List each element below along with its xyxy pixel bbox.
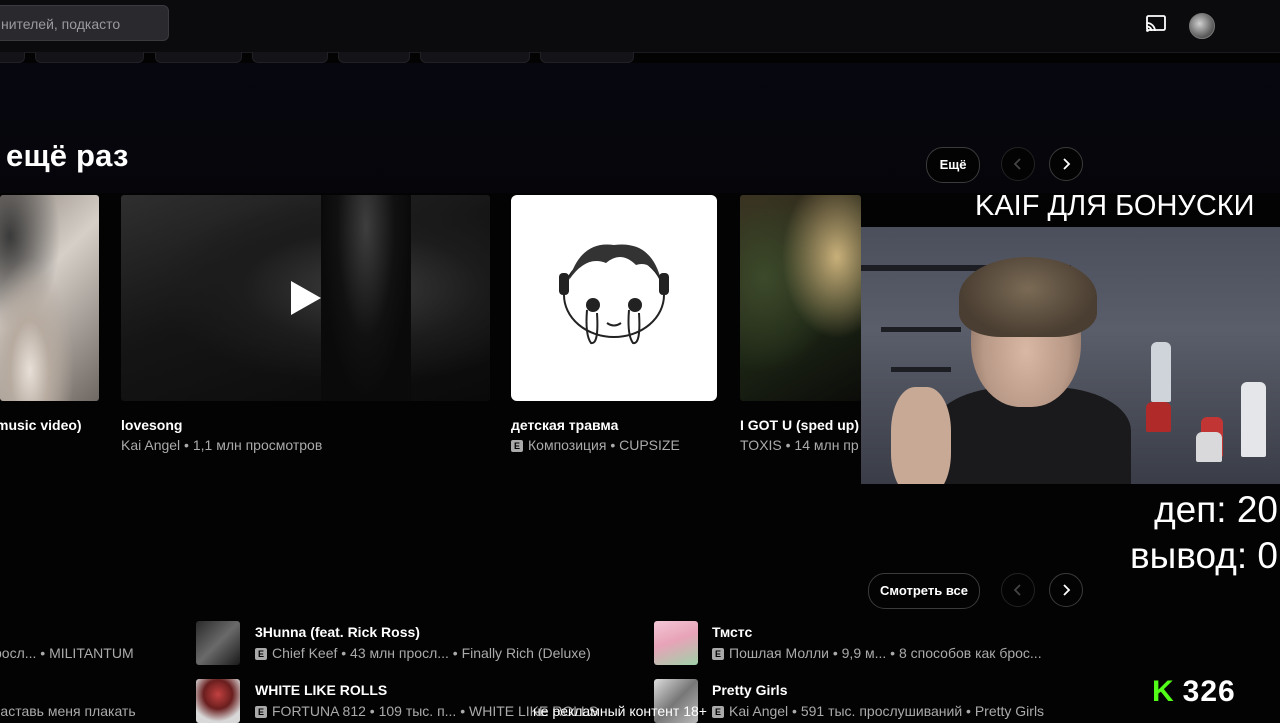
carousel-prev-button[interactable] xyxy=(1001,147,1035,181)
thumbnail-figure xyxy=(321,195,411,401)
list-item-thumbnail[interactable] xyxy=(196,621,240,665)
top-bar xyxy=(0,0,1280,53)
filter-chip[interactable] xyxy=(540,52,634,63)
carousel-next-button[interactable] xyxy=(1049,147,1083,181)
list-item-subtitle: росл... • MILITANTUM xyxy=(0,645,134,661)
card-subtitle: Композиция • CUPSIZE xyxy=(528,437,680,453)
chevron-right-icon xyxy=(1063,158,1071,170)
kick-logo: K xyxy=(1152,675,1175,708)
list-item-title[interactable]: WHITE LIKE ROLLS xyxy=(255,682,387,698)
cast-icon[interactable] xyxy=(1145,14,1167,34)
filter-chip[interactable] xyxy=(252,52,328,63)
list-item-subtitle-row: E Пошлая Молли • 9,9 м... • 8 способов ка… xyxy=(712,645,1042,661)
withdraw-stat: вывод: 0 xyxy=(1130,535,1278,576)
explicit-icon: E xyxy=(712,648,724,660)
filter-chip[interactable] xyxy=(338,52,410,63)
chevron-left-icon xyxy=(1013,584,1021,596)
card-title[interactable]: детская травма xyxy=(511,417,618,433)
list-prev-button[interactable] xyxy=(1001,573,1035,607)
header-backdrop xyxy=(0,63,1280,193)
explicit-icon: E xyxy=(255,648,267,660)
card-subtitle: TOXIS • 14 млн пр xyxy=(740,437,859,453)
list-item-subtitle: Пошлая Молли • 9,9 м... • 8 способов как… xyxy=(729,645,1042,661)
stream-caption: не рекламный контент 18+ xyxy=(533,703,707,719)
webcam-title: KAIF ДЛЯ БОНУСКИ xyxy=(975,190,1255,222)
card-title[interactable]: lovesong xyxy=(121,417,182,433)
list-item-subtitle: Kai Angel • 591 тыс. прослушиваний • Pre… xyxy=(729,703,1045,719)
card-thumbnail[interactable] xyxy=(511,195,717,401)
avatar[interactable] xyxy=(1189,13,1215,39)
card-subtitle-row: E Композиция • CUPSIZE xyxy=(511,437,680,453)
crying-face-drawing xyxy=(559,244,669,345)
list-item-subtitle-row: E Kai Angel • 591 тыс. прослушиваний • Pr… xyxy=(712,703,1044,719)
card-title[interactable]: music video) xyxy=(0,417,82,433)
filter-chip[interactable] xyxy=(155,52,242,63)
list-item-subtitle-row: E Chief Keef • 43 млн просл... • Finally … xyxy=(255,645,591,661)
filter-chip[interactable] xyxy=(35,52,144,63)
list-item-title[interactable]: Pretty Girls xyxy=(712,682,787,698)
explicit-icon: E xyxy=(255,706,267,718)
card-thumbnail[interactable] xyxy=(740,195,861,401)
play-icon[interactable] xyxy=(291,281,321,315)
explicit-icon: E xyxy=(712,706,724,718)
list-item-subtitle: заставь меня плакать xyxy=(0,703,136,719)
webcam-feed xyxy=(861,227,1280,484)
list-item-thumbnail[interactable] xyxy=(196,679,240,723)
list-item-thumbnail[interactable] xyxy=(654,621,698,665)
explicit-icon: E xyxy=(511,440,523,452)
see-all-button[interactable]: Смотреть все xyxy=(868,573,980,609)
viewer-counter: K 326 xyxy=(1152,675,1236,709)
card-thumbnail[interactable] xyxy=(121,195,490,401)
section-title: ещё раз xyxy=(6,138,129,173)
chevron-left-icon xyxy=(1013,158,1021,170)
viewer-count: 326 xyxy=(1182,675,1236,708)
chevron-right-icon xyxy=(1063,584,1071,596)
card-subtitle: Kai Angel • 1,1 млн просмотров xyxy=(121,437,323,453)
card-thumbnail[interactable] xyxy=(0,195,99,401)
filter-chip[interactable] xyxy=(420,52,530,63)
list-item-title[interactable]: Тмстс xyxy=(712,624,752,640)
more-button[interactable]: Ещё xyxy=(926,147,980,183)
filter-chip[interactable] xyxy=(0,52,25,63)
search-input[interactable]: нителей, подкасто xyxy=(0,5,169,41)
list-item-title[interactable]: 3Hunna (feat. Rick Ross) xyxy=(255,624,420,640)
list-next-button[interactable] xyxy=(1049,573,1083,607)
deposit-stat: деп: 20 xyxy=(1154,489,1278,530)
list-item-subtitle: Chief Keef • 43 млн просл... • Finally R… xyxy=(272,645,591,661)
card-title[interactable]: I GOT U (sped up) xyxy=(740,417,859,433)
